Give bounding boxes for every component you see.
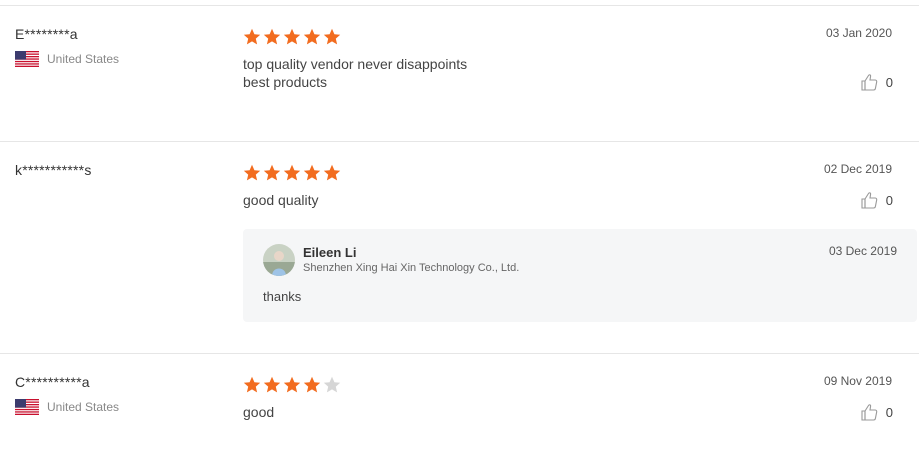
us-flag-icon [15, 51, 39, 67]
review-date: 02 Dec 2019 [823, 162, 892, 176]
like-count: 0 [885, 404, 893, 420]
star-rating [243, 28, 341, 46]
review-item: C**********a United States good 09 Nov 2… [0, 354, 919, 461]
review-text: good quality [243, 191, 319, 209]
like-button[interactable]: 0 [860, 191, 893, 209]
star-filled-icon [263, 164, 281, 181]
review-date: 03 Jan 2020 [825, 26, 892, 40]
reply-date: 03 Dec 2019 [828, 244, 897, 258]
reply-author-name: Eileen Li [303, 245, 357, 260]
review-text-line: top quality vendor never disappoints [243, 56, 468, 72]
star-rating [243, 164, 341, 182]
review-text: top quality vendor never disappoints bes… [243, 55, 467, 91]
reviewer-name: k***********s [15, 162, 92, 178]
country-name: United States [47, 400, 120, 414]
star-rating [243, 376, 341, 394]
review-text-line: best products [243, 74, 328, 90]
star-filled-icon [263, 376, 281, 393]
star-empty-icon [323, 376, 341, 393]
thumbs-up-icon [861, 404, 878, 421]
reviewer-name: E********a [15, 26, 78, 42]
star-filled-icon [303, 28, 321, 45]
reviewer-name: C**********a [15, 374, 90, 390]
star-filled-icon [243, 376, 261, 393]
star-filled-icon [263, 28, 281, 45]
star-filled-icon [323, 28, 341, 45]
review-text-line: good [243, 404, 275, 420]
reply-company-name: Shenzhen Xing Hai Xin Technology Co., Lt… [303, 262, 520, 274]
review-item: E********a United States top quality ven… [0, 6, 919, 141]
thumbs-up-icon [861, 74, 878, 91]
star-filled-icon [303, 164, 321, 181]
country-name: United States [47, 52, 120, 66]
avatar [263, 244, 295, 276]
star-filled-icon [283, 164, 301, 181]
thumbs-up-icon [861, 192, 878, 209]
review-text-line: good quality [243, 192, 319, 208]
review-text: good [243, 403, 274, 421]
star-filled-icon [323, 164, 341, 181]
like-count: 0 [885, 192, 893, 208]
us-flag-icon [15, 399, 39, 415]
seller-reply: Eileen Li Shenzhen Xing Hai Xin Technolo… [243, 229, 917, 322]
review-item: k***********s good quality 02 Dec 2019 0… [0, 142, 919, 352]
like-count: 0 [885, 74, 893, 90]
like-button[interactable]: 0 [860, 403, 893, 421]
star-filled-icon [243, 28, 261, 45]
star-filled-icon [243, 164, 261, 181]
reply-text: thanks [263, 289, 302, 304]
like-button[interactable]: 0 [860, 73, 893, 91]
reviewer-country: United States [15, 51, 119, 67]
review-date: 09 Nov 2019 [823, 374, 892, 388]
reviewer-country: United States [15, 399, 119, 415]
star-filled-icon [303, 376, 321, 393]
star-filled-icon [283, 376, 301, 393]
star-filled-icon [283, 28, 301, 45]
